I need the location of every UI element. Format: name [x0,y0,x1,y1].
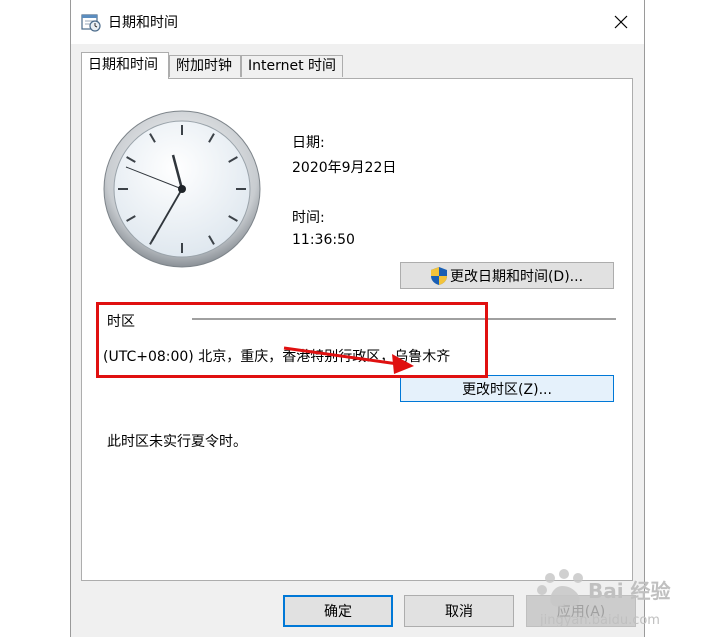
ok-label: 确定 [324,604,352,620]
dst-note: 此时区未实行夏令时。 [107,434,247,450]
cancel-button[interactable]: 取消 [404,595,514,627]
change-date-time-label: 更改日期和时间(D)... [449,268,584,285]
title-bar[interactable]: 日期和时间 [71,0,644,44]
time-label: 时间: [292,210,325,226]
svg-text:Bai 经验: Bai 经验 [588,579,671,603]
window-title: 日期和时间 [108,15,178,31]
baidu-watermark-logo: Bai 经验 jingyan.baidu.com [537,569,671,628]
time-value: 11:36:50 [292,232,355,248]
tab-date-time[interactable]: 日期和时间 [81,52,169,79]
uac-shield-icon [430,266,447,285]
change-date-time-button[interactable]: 更改日期和时间(D)... [400,262,614,289]
date-value: 2020年9月22日 [292,160,397,176]
cancel-label: 取消 [445,604,473,620]
analog-clock [103,110,261,268]
change-timezone-button[interactable]: 更改时区(Z)... [400,375,614,402]
svg-text:jingyan.baidu.com: jingyan.baidu.com [539,613,660,628]
tab-internet-time[interactable]: Internet 时间 [241,55,343,77]
date-label: 日期: [292,135,325,151]
tab-additional-clocks[interactable]: 附加时钟 [169,55,241,77]
close-icon [614,15,628,29]
ok-button[interactable]: 确定 [283,595,393,627]
annotation-arrow-icon [283,346,414,374]
close-button[interactable] [604,6,638,38]
change-timezone-label: 更改时区(Z)... [462,381,552,398]
calendar-clock-icon [81,14,101,32]
